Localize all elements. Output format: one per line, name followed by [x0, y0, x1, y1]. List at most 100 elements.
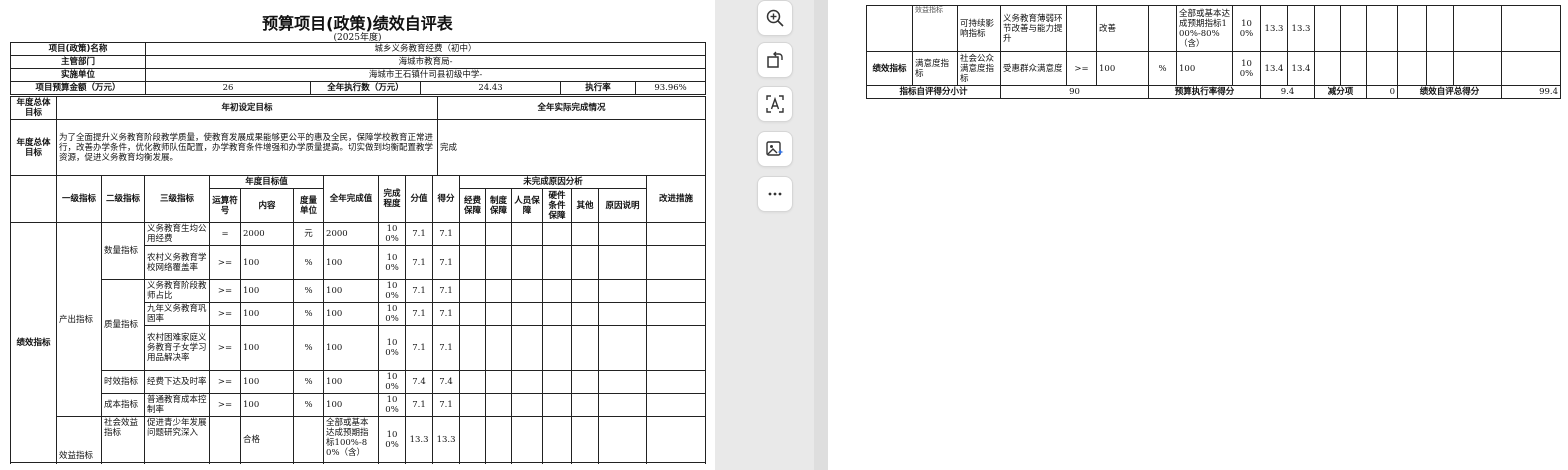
row-op: >=: [209, 279, 241, 303]
group-cost: 成本指标: [101, 393, 145, 417]
row-name: 受惠群众满意度: [1000, 51, 1067, 86]
table-row: 效益指标 可持续影响指标 义务教育薄弱环节改善与能力提升 改善 全部或基本达成预…: [866, 5, 1561, 52]
row-score: 13.3: [405, 416, 434, 463]
row-done: 全部或基本达成预期指标100%-80%（含）: [1176, 5, 1233, 52]
header-unit: 度量单位: [292, 188, 325, 223]
row-degree: 100%: [378, 416, 407, 463]
row-degree: 100%: [378, 370, 407, 394]
header-r2: 制度保障: [485, 188, 513, 223]
image-ai-icon: [766, 141, 784, 156]
row-got: 13.3: [1287, 5, 1315, 52]
header-score: 分值: [405, 175, 434, 223]
goal-initial-label: 年初设定目标: [56, 96, 438, 120]
row-got: 7.1: [432, 393, 461, 417]
row-score: 7.1: [405, 302, 434, 326]
row-got: 7.4: [432, 370, 461, 394]
deduct-label: 减分项: [1314, 85, 1367, 99]
indicator-table: 一级指标 二级指标 三级指标 年度目标值 全年完成值 完成程度 分值 得分 未完…: [10, 175, 707, 463]
label-dept: 主管部门: [10, 55, 146, 69]
row-content: 100: [240, 393, 294, 417]
row-done: 100: [323, 279, 380, 303]
row-op: >=: [209, 302, 241, 326]
row-content: 100: [240, 370, 294, 394]
row-name: 农村困难家庭义务教育子女学习用品解决率: [144, 325, 210, 371]
row-done: 100: [323, 370, 380, 394]
table-row: 成本指标 普通教育成本控制率 >= 100% 100 100% 7.1 7.1: [11, 393, 707, 417]
header-done: 全年完成值: [323, 175, 380, 223]
table-row: 效益指标 社会效益指标 促进青少年发展问题研究深入 合格 全部或基本达成预期指标10…: [11, 416, 707, 463]
rotate-icon: [767, 51, 783, 68]
row-got: 7.1: [432, 222, 461, 246]
label-exec: 全年执行数（万元）: [310, 81, 421, 95]
row-op: =: [209, 222, 241, 246]
deduct-value: 0: [1366, 85, 1398, 99]
sum-label: 指标自评得分小计: [866, 85, 1001, 99]
row-done: 100: [323, 245, 380, 280]
row-got: 13.3: [432, 416, 461, 463]
budget-score-value: 9.4: [1260, 85, 1315, 99]
row-done: 100: [323, 393, 380, 417]
row-unit: %: [292, 325, 325, 371]
row-unit: %: [292, 279, 325, 303]
row-done: 100: [323, 302, 380, 326]
row-content: 100: [240, 279, 294, 303]
row-name: 经费下达及时率: [144, 370, 210, 394]
row-degree: 100%: [378, 325, 407, 371]
goal-actual-label: 全年实际完成情况: [437, 96, 706, 120]
cut-group-label: 效益指标: [912, 5, 958, 52]
header-reason-group: 未完成原因分析: [459, 175, 648, 189]
row-op: >=: [209, 245, 241, 280]
group-sustain: 可持续影响指标: [957, 5, 1001, 52]
header-r1: 经费保障: [459, 188, 487, 223]
page-divider: [814, 0, 828, 470]
label-project-name: 项目(政策)名称: [10, 42, 146, 56]
value-project-name: 城乡义务教育经费（初中）: [144, 42, 707, 56]
summary-row: 指标自评得分小计 90 预算执行率得分 9.4 减分项 0 绩效自评总得分 99…: [866, 85, 1561, 99]
row-unit: 元: [292, 222, 325, 246]
row-unit: %: [292, 302, 325, 326]
more-icon: [768, 192, 782, 196]
label-budget: 项目预算金额（万元）: [10, 81, 146, 95]
header-l3: 三级指标: [144, 175, 210, 223]
row-score: 7.4: [405, 370, 434, 394]
goal-label-top: 年度总体目标: [10, 96, 57, 120]
header-target: 年度目标值: [208, 175, 325, 189]
indicator-table-continued: 效益指标 可持续影响指标 义务教育薄弱环节改善与能力提升 改善 全部或基本达成预…: [866, 5, 1561, 99]
row-done: 100: [1176, 51, 1233, 86]
row-degree: 100%: [1232, 51, 1261, 86]
row-degree: 100%: [378, 302, 407, 326]
value-exec: 24.43: [420, 81, 561, 95]
row-degree: 100%: [378, 393, 407, 417]
goal-table: 年度总体目标 年初设定目标 全年实际完成情况 年度总体目标 为了全面提升义务教育阶段教…: [10, 96, 706, 176]
document-page-right: 效益指标 可持续影响指标 义务教育薄弱环节改善与能力提升 改善 全部或基本达成预…: [828, 0, 1568, 470]
goal-label: 年度总体目标: [10, 119, 57, 176]
row-done: 100: [323, 325, 380, 371]
value-dept: 海城市教育局-: [144, 55, 707, 69]
row-name: 九年义务教育巩固率: [144, 302, 210, 326]
more-button[interactable]: [757, 176, 793, 212]
zoom-in-button[interactable]: [757, 0, 793, 36]
image-ai-button[interactable]: [757, 131, 793, 167]
row-content: 100: [240, 325, 294, 371]
header-degree: 完成程度: [378, 175, 407, 223]
row-unit: %: [292, 393, 325, 417]
text-recognize-button[interactable]: [757, 86, 793, 122]
row-name: 普通教育成本控制率: [144, 393, 210, 417]
row-op: >=: [209, 370, 241, 394]
row-op: [209, 416, 241, 463]
row-degree: 100%: [378, 222, 407, 246]
table-row: 绩效指标 产出指标 数量指标 义务教育生均公用经费 = 2000 元 2000 100% 7…: [10, 222, 707, 463]
rotate-button[interactable]: [757, 42, 793, 78]
info-table: 项目(政策)名称 城乡义务教育经费（初中） 主管部门 海城市教育局- 实施单位 海城市…: [10, 42, 707, 95]
row-content: 改善: [1096, 5, 1149, 52]
goal-initial-text: 为了全面提升义务教育阶段教学质量，使教育发展成果能够更公平的惠及全民，保障学校教…: [56, 119, 438, 176]
row-content: 2000: [240, 222, 294, 246]
row-got: 7.1: [432, 245, 461, 280]
row-done: 全部或基本达成预期指标100%-80%（含）: [323, 416, 380, 463]
row-content: 100: [240, 245, 294, 280]
zoom-in-icon: [766, 9, 784, 27]
group-public-satisfaction: 社会公众满意度指标: [957, 51, 1001, 86]
row-unit: [292, 416, 325, 463]
row-content: 100: [1096, 51, 1149, 86]
label-unit: 实施单位: [10, 68, 146, 82]
